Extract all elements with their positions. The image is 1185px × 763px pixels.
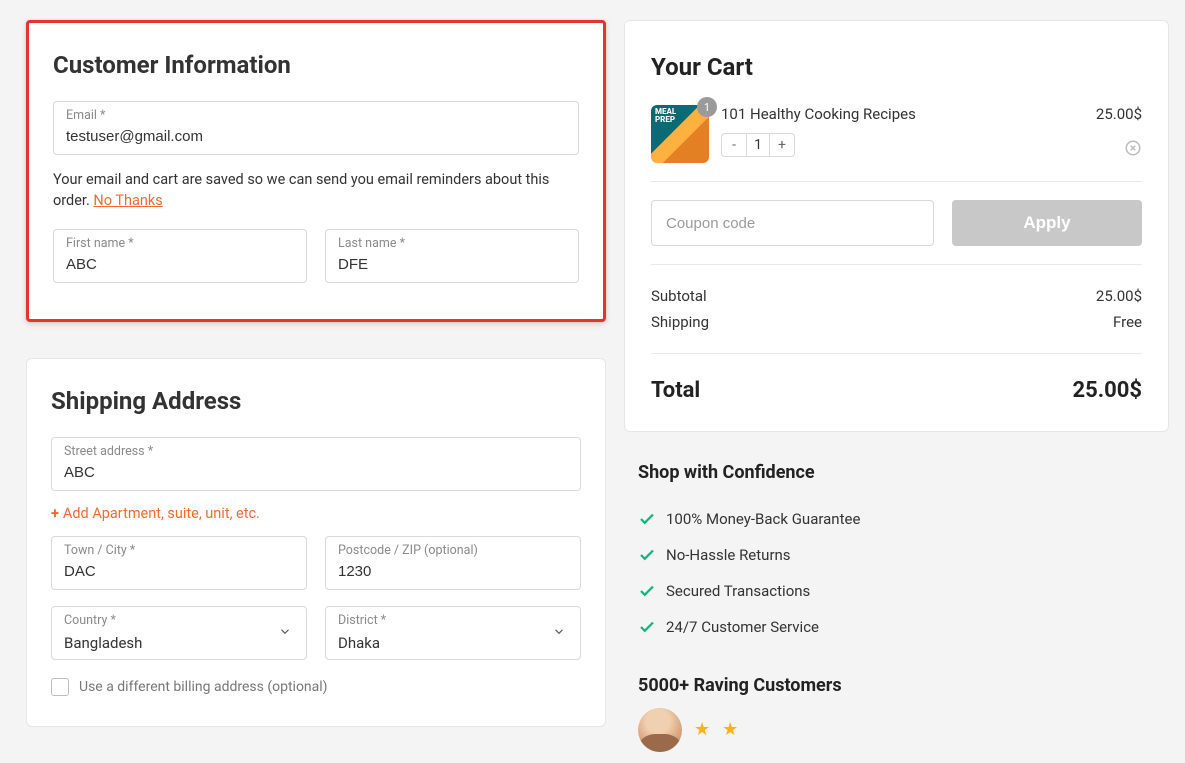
plus-icon: + — [51, 505, 59, 522]
check-icon — [638, 618, 656, 636]
confidence-item: No-Hassle Returns — [638, 537, 1155, 573]
check-icon — [638, 510, 656, 528]
confidence-item-label: Secured Transactions — [666, 582, 810, 600]
add-apartment-button[interactable]: + Add Apartment, suite, unit, etc. — [51, 505, 581, 522]
avatar — [638, 708, 682, 752]
shop-confidence-section: Shop with Confidence 100% Money-Back Gua… — [624, 432, 1169, 645]
total-value: 25.00$ — [1073, 378, 1143, 403]
district-label: District * — [338, 613, 386, 628]
first-name-label: First name * — [66, 236, 134, 251]
cart-item-price: 25.00$ — [1096, 105, 1142, 123]
subtotal-label: Subtotal — [651, 287, 707, 305]
chevron-down-icon — [278, 624, 292, 643]
cart-item-qty-badge: 1 — [697, 97, 717, 117]
email-field-wrap: Email * — [53, 101, 579, 155]
last-name-field-wrap: Last name * — [325, 229, 579, 283]
customers-heading: 5000+ Raving Customers — [624, 675, 1169, 696]
cart-item-row: MEAL PREP 1 101 Healthy Cooking Recipes … — [651, 105, 1142, 163]
confidence-item: 24/7 Customer Service — [638, 609, 1155, 645]
last-name-label: Last name * — [338, 236, 405, 251]
quantity-stepper: - 1 + — [721, 133, 795, 157]
country-label: Country * — [64, 613, 116, 628]
shipping-label: Shipping — [651, 313, 709, 331]
city-label: Town / City * — [64, 543, 135, 558]
shipping-address-panel: Shipping Address Street address * + Add … — [26, 358, 606, 727]
country-value: Bangladesh — [64, 634, 142, 652]
country-select[interactable]: Country * Bangladesh — [51, 606, 307, 660]
customer-information-panel: Customer Information Email * Your email … — [26, 20, 606, 322]
check-icon — [638, 546, 656, 564]
shipping-heading: Shipping Address — [51, 387, 581, 415]
cart-panel: Your Cart MEAL PREP 1 101 Healthy Cookin… — [624, 20, 1169, 432]
email-label: Email * — [66, 108, 105, 123]
coupon-code-input[interactable] — [651, 200, 934, 246]
different-billing-checkbox[interactable] — [51, 678, 69, 696]
street-label: Street address * — [64, 444, 153, 459]
add-apartment-label: Add Apartment, suite, unit, etc. — [63, 505, 260, 522]
customers-section: 5000+ Raving Customers ★ ★ — [624, 675, 1169, 752]
district-select[interactable]: District * Dhaka — [325, 606, 581, 660]
district-value: Dhaka — [338, 634, 380, 652]
confidence-item-label: No-Hassle Returns — [666, 546, 791, 564]
total-label: Total — [651, 378, 700, 403]
remove-item-button[interactable] — [1124, 139, 1142, 157]
cart-heading: Your Cart — [651, 53, 1142, 81]
city-field-wrap: Town / City * — [51, 536, 307, 590]
qty-value: 1 — [746, 134, 770, 156]
star-icon: ★ — [694, 721, 710, 739]
confidence-item-label: 100% Money-Back Guarantee — [666, 510, 860, 528]
street-field-wrap: Street address * — [51, 437, 581, 491]
first-name-field-wrap: First name * — [53, 229, 307, 283]
qty-decrement-button[interactable]: - — [722, 134, 746, 156]
postcode-label: Postcode / ZIP (optional) — [338, 543, 478, 558]
check-icon — [638, 582, 656, 600]
confidence-heading: Shop with Confidence — [638, 462, 1155, 483]
confidence-item: 100% Money-Back Guarantee — [638, 501, 1155, 537]
apply-coupon-button[interactable]: Apply — [952, 200, 1142, 246]
confidence-item: Secured Transactions — [638, 573, 1155, 609]
star-icon: ★ — [722, 721, 738, 739]
confidence-item-label: 24/7 Customer Service — [666, 618, 819, 636]
customer-info-heading: Customer Information — [53, 51, 579, 79]
email-field[interactable] — [64, 102, 568, 154]
postcode-field-wrap: Postcode / ZIP (optional) — [325, 536, 581, 590]
subtotal-value: 25.00$ — [1096, 287, 1142, 305]
chevron-down-icon — [552, 624, 566, 643]
cart-item-name: 101 Healthy Cooking Recipes — [721, 105, 1096, 123]
different-billing-label: Use a different billing address (optiona… — [79, 679, 328, 695]
no-thanks-link[interactable]: No Thanks — [93, 192, 162, 209]
email-reminder-note: Your email and cart are saved so we can … — [53, 169, 579, 211]
qty-increment-button[interactable]: + — [770, 134, 794, 156]
shipping-value: Free — [1113, 313, 1142, 331]
